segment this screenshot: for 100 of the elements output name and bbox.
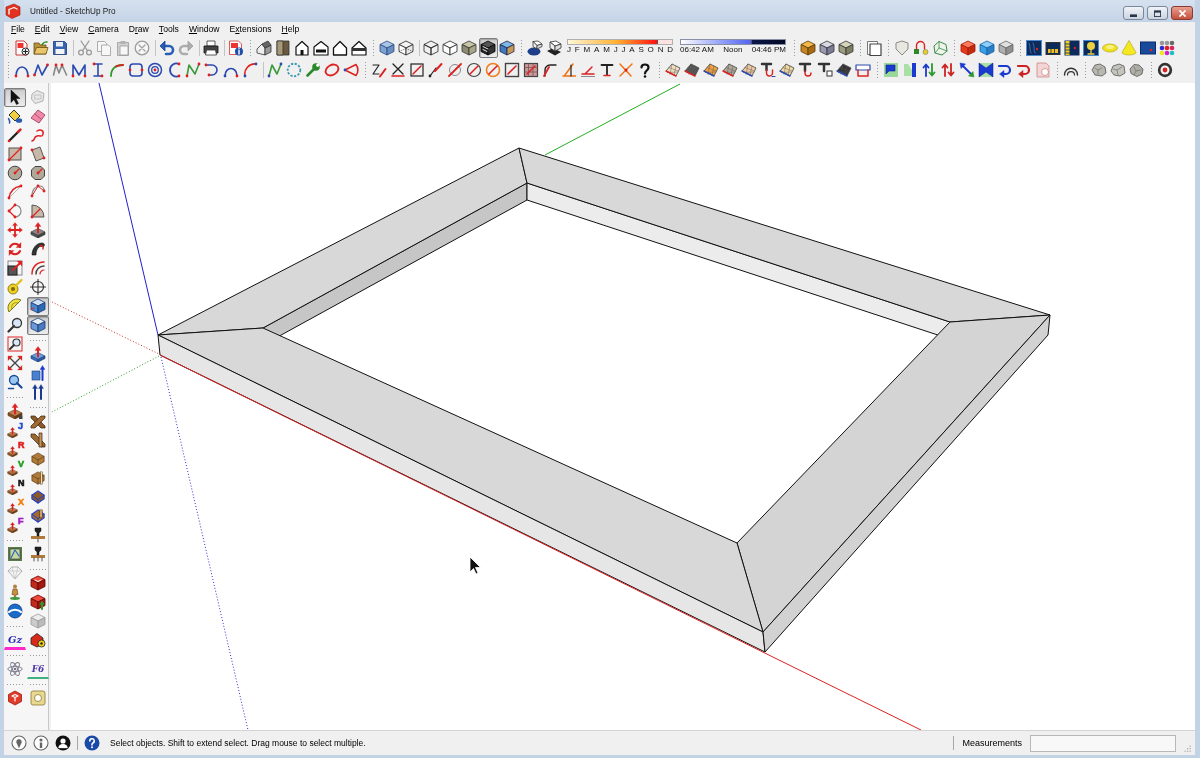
- concentric-circles-icon: [147, 62, 163, 78]
- info-icon[interactable]: [33, 735, 49, 751]
- menu-item[interactable]: View: [54, 22, 84, 37]
- menu-item[interactable]: Extensions: [224, 22, 277, 37]
- rectangle-icon: [7, 146, 23, 162]
- toolbar-button[interactable]: V: [4, 459, 26, 478]
- toolbar-button[interactable]: [4, 88, 26, 107]
- toolbar-button[interactable]: [882, 60, 901, 80]
- pie-icon: [30, 203, 46, 219]
- zigzag-icon: [185, 62, 201, 78]
- resize-grip-icon[interactable]: [1182, 743, 1192, 753]
- toolbar-button[interactable]: F6: [27, 660, 49, 679]
- toolbar-button[interactable]: [27, 221, 49, 240]
- toolbar-button[interactable]: [522, 60, 541, 80]
- toolbar-button[interactable]: N: [4, 478, 26, 497]
- toolbar-button[interactable]: [4, 335, 26, 354]
- menu-item[interactable]: Edit: [29, 22, 55, 37]
- toolbar-button[interactable]: [27, 574, 49, 593]
- toolbar-button[interactable]: [27, 431, 49, 450]
- help-icon[interactable]: [84, 735, 100, 751]
- hexagon-icon: [7, 690, 23, 706]
- pipe-icon: [760, 62, 776, 78]
- toolbar-button[interactable]: J: [4, 421, 26, 440]
- date-slider[interactable]: [567, 39, 673, 45]
- toolbar-button[interactable]: [331, 38, 350, 58]
- toolbar-button[interactable]: [51, 38, 70, 58]
- toolbar-button[interactable]: [1156, 60, 1175, 80]
- menu-item[interactable]: File: [6, 22, 30, 37]
- toolbar-button[interactable]: [227, 38, 246, 58]
- maximize-button[interactable]: [1147, 6, 1168, 20]
- toolbar-button[interactable]: [158, 38, 177, 58]
- toolbar-button[interactable]: [498, 38, 517, 58]
- toolbar-button[interactable]: [837, 38, 856, 58]
- toolbar-button[interactable]: [4, 602, 26, 621]
- toolbar-button[interactable]: [27, 345, 49, 364]
- toolbar-button[interactable]: [759, 60, 778, 80]
- diamond-icon: [7, 565, 23, 581]
- minimize-button[interactable]: [1123, 6, 1144, 20]
- measurements-field[interactable]: [1030, 734, 1176, 752]
- toolbar-button[interactable]: [441, 38, 460, 58]
- toolbar-button[interactable]: [127, 60, 146, 80]
- toolbar-button[interactable]: [503, 60, 522, 80]
- toolbar-button[interactable]: Gz: [4, 631, 26, 650]
- toolbar-button[interactable]: [465, 60, 484, 80]
- menu-item[interactable]: Camera: [83, 22, 124, 37]
- toolbar-button[interactable]: [1063, 38, 1082, 58]
- toolbar-button[interactable]: [27, 593, 49, 612]
- toolbar-button[interactable]: [27, 631, 49, 650]
- toolbar-button[interactable]: [274, 38, 293, 58]
- toolbar-button[interactable]: [1158, 38, 1177, 58]
- close-button[interactable]: [1171, 6, 1193, 20]
- mouse-cursor-icon: [469, 556, 481, 575]
- toolbar-button[interactable]: [460, 38, 479, 58]
- toolbar-button[interactable]: [4, 259, 26, 278]
- toolbar-button[interactable]: [1082, 38, 1101, 58]
- toolbar-button[interactable]: [4, 354, 26, 373]
- square-slash-icon: [409, 62, 425, 78]
- toolbar-button[interactable]: [13, 38, 32, 58]
- toolbar-button[interactable]: [816, 60, 835, 80]
- menu-item[interactable]: Tools: [153, 22, 184, 37]
- cube-icon: [960, 40, 976, 56]
- time-slider[interactable]: [680, 39, 786, 45]
- toolbar-button[interactable]: [1025, 38, 1044, 58]
- undo-icon: [159, 40, 175, 56]
- toolbar-button[interactable]: [4, 402, 26, 421]
- menu-item[interactable]: Help: [276, 22, 305, 37]
- toolbar-button[interactable]: [27, 297, 49, 316]
- toolbar-button[interactable]: [526, 38, 545, 58]
- toolbar-button[interactable]: [959, 38, 978, 58]
- toolbar-button[interactable]: [241, 60, 260, 80]
- toolbar-button[interactable]: [865, 38, 884, 58]
- toolbar-button[interactable]: [958, 60, 977, 80]
- month-label: D: [667, 46, 673, 54]
- menu-item[interactable]: Draw: [123, 22, 154, 37]
- toolbar-button[interactable]: [350, 38, 369, 58]
- beam-icon: [31, 471, 45, 485]
- toolbar-button[interactable]: [27, 278, 49, 297]
- toolbar-button[interactable]: F: [4, 516, 26, 535]
- toolbar-button[interactable]: [312, 38, 331, 58]
- toolbar-button[interactable]: [479, 38, 498, 58]
- toolbar-button[interactable]: [977, 60, 996, 80]
- menu-item[interactable]: Window: [183, 22, 225, 37]
- location-icon[interactable]: [11, 735, 27, 751]
- toolbar-button[interactable]: [818, 38, 837, 58]
- user-icon[interactable]: [55, 735, 71, 751]
- toolbar-button[interactable]: [27, 412, 49, 431]
- toolbar-button[interactable]: [422, 38, 441, 58]
- toolbar-button[interactable]: [397, 38, 416, 58]
- toolbar-button[interactable]: [293, 38, 312, 58]
- toolbar-button[interactable]: R: [4, 440, 26, 459]
- month-label: O: [647, 46, 654, 54]
- toolbar-button[interactable]: [202, 38, 221, 58]
- toolbar-button[interactable]: [146, 60, 165, 80]
- toolbar-button[interactable]: [799, 38, 818, 58]
- toolbar-button[interactable]: [255, 38, 274, 58]
- toolbar-button[interactable]: [1139, 38, 1158, 58]
- hook-icon: [204, 62, 220, 78]
- toolbar-button[interactable]: [27, 316, 49, 335]
- toolbar-button[interactable]: [545, 38, 564, 58]
- close-icon: [1177, 9, 1187, 17]
